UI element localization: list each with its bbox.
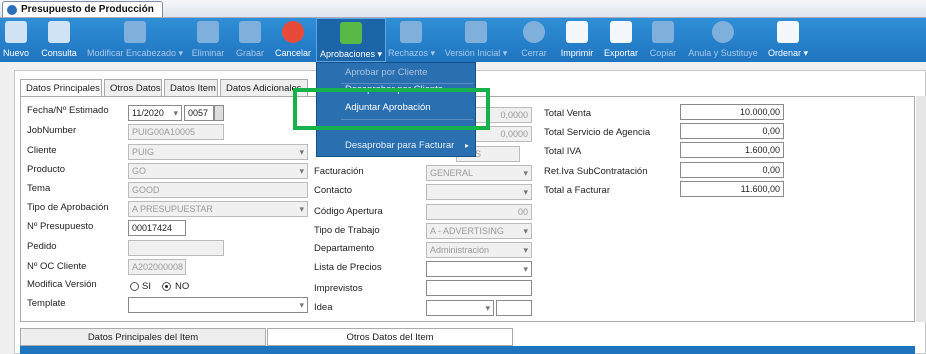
si-radio[interactable] xyxy=(130,282,139,291)
menu-item-aprobar-cliente[interactable]: Aprobar por Cliente xyxy=(317,64,477,82)
facturacion-select[interactable]: GENERAL xyxy=(426,165,532,181)
fecha-select[interactable]: 11/2020 xyxy=(128,105,182,121)
jobnumber-label: JobNumber xyxy=(27,125,77,136)
presupuesto-input[interactable]: 00017424 xyxy=(128,220,186,236)
ordenar-button[interactable]: Ordenar ▾ xyxy=(764,18,812,62)
pedido-label: Pedido xyxy=(27,241,57,252)
rechazos-button[interactable]: Rechazos ▾ xyxy=(388,18,435,62)
codigo-apertura-label: Código Apertura xyxy=(314,206,383,217)
item-toolbar xyxy=(20,346,915,354)
tipo-aprobacion-label: Tipo de Aprobación xyxy=(27,202,109,213)
lista-precios-select[interactable] xyxy=(426,261,532,277)
tab-datos-item[interactable]: Datos Item xyxy=(164,79,218,97)
tema-label: Tema xyxy=(27,183,51,194)
tipo-trabajo-select[interactable]: A - ADVERTISING xyxy=(426,223,532,239)
modifica-version-label: Modifica Versión xyxy=(27,279,97,290)
delete-document-icon xyxy=(197,21,219,43)
highlight-box xyxy=(293,88,490,130)
grabar-button[interactable]: Grabar xyxy=(233,18,267,62)
total-iva-field: 1.600,00 xyxy=(680,142,784,158)
tipo-trabajo-label: Tipo de Trabajo xyxy=(314,225,380,236)
save-icon xyxy=(239,21,261,43)
vertical-scrollbar[interactable] xyxy=(916,96,926,322)
total-venta-field: 10.000,00 xyxy=(680,104,784,120)
oc-cliente-field: A202000008 xyxy=(128,259,186,275)
imprimir-button[interactable]: Imprimir xyxy=(558,18,596,62)
copy-icon xyxy=(652,21,674,43)
reject-icon xyxy=(400,21,422,43)
presupuesto-label: Nº Presupuesto xyxy=(27,221,94,232)
printer-icon xyxy=(566,21,588,43)
search-document-icon xyxy=(48,21,70,43)
codigo-apertura-field: 00 xyxy=(426,204,532,220)
new-document-icon xyxy=(5,21,27,43)
ret-iva-label: Ret.Iva SubContratación xyxy=(544,166,648,177)
estimado-spinner[interactable] xyxy=(214,105,224,121)
estimado-input[interactable]: 0057 xyxy=(184,105,214,121)
lista-precios-label: Lista de Precios xyxy=(314,262,382,273)
thumbs-up-icon xyxy=(340,22,362,44)
exportar-button[interactable]: Exportar xyxy=(600,18,642,62)
menu-item-desaprobar-facturar[interactable]: Desaprobar para Facturar xyxy=(317,137,477,155)
tema-field: GOOD xyxy=(128,182,308,198)
facturacion-label: Facturación xyxy=(314,166,364,177)
anula-sustituye-button[interactable]: Anula y Sustituye xyxy=(686,18,760,62)
imprevistos-input[interactable] xyxy=(426,280,532,296)
total-iva-label: Total IVA xyxy=(544,146,582,157)
oc-cliente-label: Nº OC Cliente xyxy=(27,261,87,272)
modificar-encabezado-button[interactable]: Modificar Encabezado ▾ xyxy=(86,18,184,62)
cerrar-button[interactable]: Cerrar xyxy=(516,18,552,62)
si-label: SI xyxy=(142,281,151,292)
idea-label: Idea xyxy=(314,302,333,313)
tipo-aprobacion-select[interactable]: A PRESUPUESTAR xyxy=(128,201,308,217)
no-radio[interactable] xyxy=(162,282,171,291)
version-icon xyxy=(465,21,487,43)
idea-select[interactable] xyxy=(426,300,494,316)
submenu-arrow-icon: ▸ xyxy=(464,141,469,150)
total-venta-label: Total Venta xyxy=(544,108,592,119)
idea-extra-input[interactable] xyxy=(496,300,532,316)
tab-datos-principales-item[interactable]: Datos Principales del Item xyxy=(20,328,266,346)
jobnumber-field: PUIG00A10005 xyxy=(128,124,224,140)
nuevo-button[interactable]: Nuevo xyxy=(0,18,32,62)
aprobaciones-button[interactable]: Aprobaciones ▾ xyxy=(316,18,386,62)
total-facturar-label: Total a Facturar xyxy=(544,185,610,196)
no-label: NO xyxy=(175,281,190,292)
cliente-label: Cliente xyxy=(27,145,57,156)
contacto-select[interactable] xyxy=(426,184,532,200)
copiar-button[interactable]: Copiar xyxy=(646,18,680,62)
total-servicio-field: 0,00 xyxy=(680,123,784,139)
fecha-label: Fecha/Nº Estimado xyxy=(27,105,109,116)
tab-otros-datos-item[interactable]: Otros Datos del Item xyxy=(267,328,513,346)
void-replace-icon xyxy=(712,21,734,43)
version-inicial-button[interactable]: Versión Inicial ▾ xyxy=(440,18,512,62)
departamento-label: Departamento xyxy=(314,243,375,254)
template-select[interactable] xyxy=(128,297,308,313)
departamento-select[interactable]: Administración xyxy=(426,242,532,258)
pedido-field xyxy=(128,240,224,256)
total-facturar-field: 11.600,00 xyxy=(680,181,784,197)
cliente-select[interactable]: PUIG xyxy=(128,144,308,160)
template-label: Template xyxy=(27,298,66,309)
producto-label: Producto xyxy=(27,164,66,175)
window-title: Presupuesto de Producción xyxy=(21,4,154,15)
cancel-icon xyxy=(282,21,304,43)
consulta-button[interactable]: Consulta xyxy=(38,18,80,62)
tab-otros-datos[interactable]: Otros Datos xyxy=(104,79,162,97)
imprevistos-label: Imprevistos xyxy=(314,283,363,294)
producto-select[interactable]: GO xyxy=(128,163,308,179)
edit-icon xyxy=(124,21,146,43)
eliminar-button[interactable]: Eliminar xyxy=(189,18,227,62)
close-circle-icon xyxy=(523,21,545,43)
ret-iva-field: 0,00 xyxy=(680,162,784,178)
export-icon xyxy=(610,21,632,43)
window-tab[interactable]: Presupuesto de Producción xyxy=(2,1,163,17)
window-titlebar: Presupuesto de Producción xyxy=(0,0,926,18)
toolbar-ribbon: Nuevo Consulta Modificar Encabezado ▾ El… xyxy=(0,18,926,62)
contacto-label: Contacto xyxy=(314,185,353,196)
total-servicio-label: Total Servicio de Agencia xyxy=(544,127,651,138)
cancelar-button[interactable]: Cancelar xyxy=(273,18,313,62)
app-icon xyxy=(7,5,17,15)
add-document-icon xyxy=(777,21,799,43)
